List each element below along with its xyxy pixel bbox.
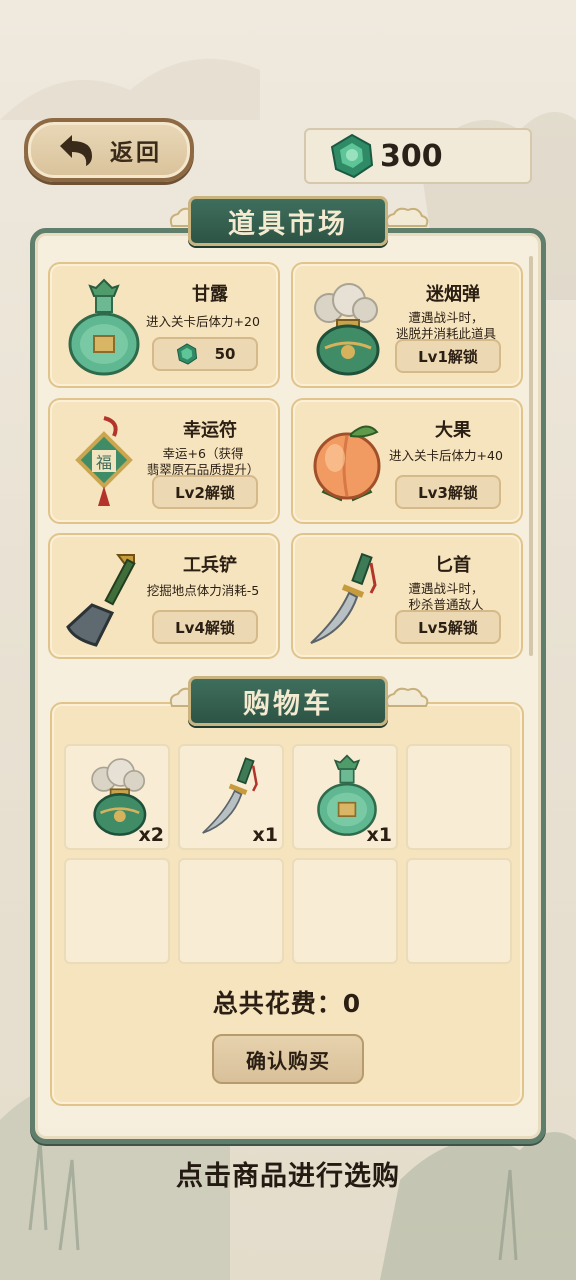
confirm-purchase-button[interactable]: 确认购买 [212, 1034, 364, 1084]
item-name: 迷烟弹 [426, 284, 480, 305]
cart-title-banner: 购物车 [188, 676, 388, 726]
item-desc-line: 挖掘地点体力消耗-5 [146, 583, 260, 598]
currency-display: 300 [304, 128, 532, 184]
item-card-gongbingchan[interactable]: 工兵铲 挖掘地点体力消耗-5 Lv4解锁 [48, 533, 280, 659]
item-card-bishou[interactable]: 匕首 遭遇战斗时， 秒杀普通敌人 Lv5解锁 [291, 533, 523, 659]
back-button[interactable]: 返回 [24, 118, 194, 182]
item-lock-badge: Lv2解锁 [152, 475, 258, 509]
item-price[interactable]: 50 [152, 337, 258, 371]
currency-amount: 300 [380, 138, 443, 174]
cloud-ornament-right [385, 207, 429, 227]
item-desc-line: 遭遇战斗时， [408, 310, 484, 325]
market-title: 道具市场 [228, 208, 348, 240]
item-desc-line: 遭遇战斗时， [408, 581, 484, 596]
item-name: 大果 [435, 420, 471, 441]
item-desc-line: 进入关卡后体力+20 [146, 314, 260, 329]
price-value: 50 [214, 345, 236, 363]
market-scrollbar[interactable] [529, 256, 533, 656]
cart-slot[interactable]: x1 [292, 744, 398, 850]
item-desc: 幸运+6（获得 翡翠原石品质提升） [132, 446, 274, 478]
jade-gem-icon [330, 133, 374, 179]
jade-gem-icon [176, 343, 197, 365]
item-name: 甘露 [192, 284, 228, 305]
cart-slot-empty[interactable] [64, 858, 170, 964]
item-card-miyandan[interactable]: 迷烟弹 遭遇战斗时， 逃脱并消耗此道具 Lv1解锁 [291, 262, 523, 388]
cart-slot-qty: x1 [366, 824, 392, 846]
market-title-banner: 道具市场 [188, 196, 388, 246]
shovel-icon [66, 554, 136, 647]
item-desc-line: 幸运+6（获得 [162, 446, 244, 461]
cart-slot-qty: x2 [138, 824, 164, 846]
item-desc: 进入关卡后体力+20 [132, 314, 274, 330]
cart-slot-empty[interactable] [178, 858, 284, 964]
cloud-ornament-right [385, 687, 429, 707]
item-desc: 遭遇战斗时， 逃脱并消耗此道具 [375, 310, 517, 342]
cart-slot-qty: x1 [252, 824, 278, 846]
back-label: 返回 [110, 140, 162, 166]
item-lock-badge: Lv5解锁 [395, 610, 501, 644]
item-card-daguo[interactable]: 大果 进入关卡后体力+40 Lv3解锁 [291, 398, 523, 524]
cart-slot-empty[interactable] [406, 858, 512, 964]
item-card-ganlu[interactable]: 甘露 进入关卡后体力+20 50 [48, 262, 280, 388]
cart-total: 总共花费：0 [212, 989, 362, 1018]
peach-icon [313, 425, 381, 502]
footer-hint: 点击商品进行选购 [176, 1161, 400, 1192]
item-lock-badge: Lv3解锁 [395, 475, 501, 509]
cart-slot-empty[interactable] [292, 858, 398, 964]
item-desc: 进入关卡后体力+40 [375, 448, 517, 464]
item-card-xingyunfu[interactable]: 福 幸运符 幸运+6（获得 翡翠原石品质提升） Lv2解锁 [48, 398, 280, 524]
item-name: 幸运符 [183, 420, 237, 441]
back-arrow-icon [60, 135, 92, 166]
item-lock-badge: Lv1解锁 [395, 339, 501, 373]
cart-slot[interactable]: x2 [64, 744, 170, 850]
svg-text:福: 福 [96, 453, 112, 472]
item-name: 匕首 [435, 555, 471, 576]
cart-title: 购物车 [243, 688, 333, 720]
item-lock-badge: Lv4解锁 [152, 610, 258, 644]
cart-slot-empty[interactable] [406, 744, 512, 850]
item-desc: 遭遇战斗时， 秒杀普通敌人 [375, 581, 517, 613]
item-name: 工兵铲 [183, 555, 237, 576]
item-desc-line: 进入关卡后体力+40 [389, 448, 503, 463]
cart-slot[interactable]: x1 [178, 744, 284, 850]
item-desc: 挖掘地点体力消耗-5 [132, 583, 274, 599]
